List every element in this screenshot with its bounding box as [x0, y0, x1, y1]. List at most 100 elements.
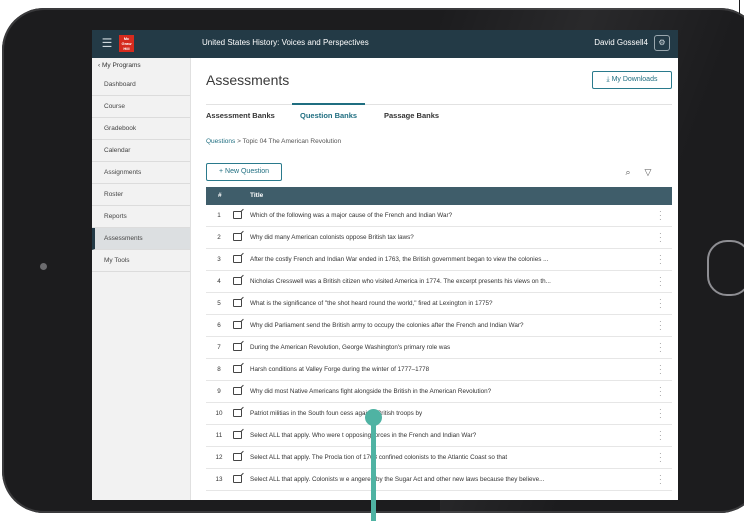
more-options-icon[interactable]: · · ·	[659, 230, 662, 246]
filter-icon[interactable]: ▽	[642, 166, 654, 178]
edit-icon[interactable]	[233, 343, 242, 351]
edit-icon[interactable]	[233, 211, 242, 219]
sidebar-nav: Dashboard Course Gradebook Calendar Assi…	[92, 74, 190, 272]
edit-icon[interactable]	[233, 431, 242, 439]
page-title: Assessments	[206, 72, 290, 88]
row-number: 7	[217, 344, 221, 351]
home-button[interactable]	[707, 240, 744, 296]
sidebar-item-reports[interactable]: Reports	[92, 206, 190, 228]
row-number: 10	[215, 410, 223, 417]
edit-icon[interactable]	[233, 387, 242, 395]
question-title[interactable]: Select ALL that apply. The Procla tion o…	[250, 454, 640, 461]
breadcrumb-current: Topic 04 The American Revolution	[242, 138, 342, 145]
tab-question-banks[interactable]: Question Banks	[291, 103, 366, 128]
more-options-icon[interactable]: · · ·	[659, 428, 662, 444]
question-title[interactable]: What is the significance of "the shot he…	[250, 300, 640, 307]
sidebar-item-dashboard[interactable]: Dashboard	[92, 74, 190, 96]
header-number: #	[218, 192, 222, 199]
more-options-icon[interactable]: · · ·	[659, 274, 662, 290]
question-title[interactable]: Which of the following was a major cause…	[250, 212, 640, 219]
more-options-icon[interactable]: · · ·	[659, 340, 662, 356]
question-title[interactable]: Why did many American colonists oppose B…	[250, 234, 640, 241]
app-title: United States History: Voices and Perspe…	[202, 38, 369, 47]
question-title[interactable]: Why did Parliament send the British army…	[250, 322, 640, 329]
question-title[interactable]: Select ALL that apply. Colonists w e ang…	[250, 476, 640, 483]
mcgraw-hill-logo[interactable]: Mc Graw Hill	[119, 35, 134, 52]
more-options-icon[interactable]: · · ·	[659, 362, 662, 378]
table-row[interactable]: 13 Select ALL that apply. Colonists w e a…	[206, 469, 672, 491]
row-number: 5	[217, 300, 221, 307]
back-label: My Programs	[101, 62, 141, 69]
more-options-icon[interactable]: · · ·	[659, 318, 662, 334]
hamburger-menu-icon[interactable]: ☰	[100, 36, 114, 50]
table-row[interactable]: 3 After the costly French and Indian War …	[206, 249, 672, 271]
edit-icon[interactable]	[233, 233, 242, 241]
more-options-icon[interactable]: · · ·	[659, 252, 662, 268]
table-row[interactable]: 6 Why did Parliament send the British arm…	[206, 315, 672, 337]
app-screen: ☰ Mc Graw Hill United States History: Voic…	[92, 30, 678, 500]
tab-passage-banks[interactable]: Passage Banks	[384, 104, 439, 128]
sidebar-item-course[interactable]: Course	[92, 96, 190, 118]
edit-icon[interactable]	[233, 255, 242, 263]
edit-icon[interactable]	[233, 409, 242, 417]
sidebar-item-my-tools[interactable]: My Tools	[92, 250, 190, 272]
edit-icon[interactable]	[233, 321, 242, 329]
sidebar-item-roster[interactable]: Roster	[92, 184, 190, 206]
table-row[interactable]: 8 Harsh conditions at Valley Forge during…	[206, 359, 672, 381]
row-number: 9	[217, 388, 221, 395]
question-title[interactable]: Nicholas Cresswell was a British citizen…	[250, 278, 640, 285]
table-body: 1 Which of the following was a major caus…	[206, 205, 672, 491]
edit-icon[interactable]	[233, 299, 242, 307]
more-options-icon[interactable]: · · ·	[659, 208, 662, 224]
new-question-button[interactable]: + New Question	[206, 163, 282, 181]
my-downloads-button[interactable]: ⤓ My Downloads	[592, 71, 672, 89]
more-options-icon[interactable]: · · ·	[659, 472, 662, 488]
question-title[interactable]: Harsh conditions at Valley Forge during …	[250, 366, 640, 373]
highlight-pointer-dot	[365, 409, 382, 426]
header-title[interactable]: Title	[250, 192, 263, 199]
table-row[interactable]: 7 During the American Revolution, George …	[206, 337, 672, 359]
edit-icon[interactable]	[233, 277, 242, 285]
question-title[interactable]: Why did most Native Americans fight alon…	[250, 388, 640, 395]
question-title[interactable]: Select ALL that apply. Who were t opposi…	[250, 432, 640, 439]
more-options-icon[interactable]: · · ·	[659, 406, 662, 422]
table-row[interactable]: 9 Why did most Native Americans fight alo…	[206, 381, 672, 403]
table-row[interactable]: 4 Nicholas Cresswell was a British citize…	[206, 271, 672, 293]
search-icon[interactable]: ⌕	[622, 166, 634, 178]
table-row[interactable]: 11 Select ALL that apply. Who were t oppo…	[206, 425, 672, 447]
table-row[interactable]: 10 Patriot militias in the South foun ces…	[206, 403, 672, 425]
table-row[interactable]: 5 What is the significance of "the shot h…	[206, 293, 672, 315]
download-icon: ⤓	[606, 76, 610, 83]
questions-table: # Title 1 Which of the following was a ma…	[206, 187, 672, 491]
row-number: 3	[217, 256, 221, 263]
row-number: 4	[217, 278, 221, 285]
user-settings-icon[interactable]: ⚙	[654, 35, 670, 51]
tab-assessment-banks[interactable]: Assessment Banks	[206, 104, 275, 128]
row-number: 12	[215, 454, 223, 461]
question-title[interactable]: Patriot militias in the South foun cess …	[250, 410, 640, 417]
table-row[interactable]: 1 Which of the following was a major caus…	[206, 205, 672, 227]
sidebar-item-gradebook[interactable]: Gradebook	[92, 118, 190, 140]
user-name[interactable]: David Gossell4	[594, 38, 648, 47]
question-title[interactable]: During the American Revolution, George W…	[250, 344, 640, 351]
more-options-icon[interactable]: · · ·	[659, 384, 662, 400]
more-options-icon[interactable]: · · ·	[659, 296, 662, 312]
table-row[interactable]: 2 Why did many American colonists oppose …	[206, 227, 672, 249]
sidebar-item-assessments[interactable]: Assessments	[92, 228, 190, 250]
row-number: 13	[215, 476, 223, 483]
table-header: # Title	[206, 187, 672, 205]
sidebar-item-calendar[interactable]: Calendar	[92, 140, 190, 162]
row-number: 11	[215, 432, 223, 439]
question-title[interactable]: After the costly French and Indian War e…	[250, 256, 640, 263]
main-content: Assessments ⤓ My Downloads Assessment Ba…	[190, 58, 678, 500]
back-to-programs-link[interactable]: ‹ My Programs	[98, 62, 141, 69]
breadcrumb-separator: >	[237, 138, 241, 145]
table-row[interactable]: 12 Select ALL that apply. The Procla tion…	[206, 447, 672, 469]
my-downloads-label: My Downloads	[611, 76, 658, 83]
breadcrumb-questions-link[interactable]: Questions	[206, 138, 235, 145]
sidebar-item-assignments[interactable]: Assignments	[92, 162, 190, 184]
edit-icon[interactable]	[233, 453, 242, 461]
edit-icon[interactable]	[233, 475, 242, 483]
edit-icon[interactable]	[233, 365, 242, 373]
more-options-icon[interactable]: · · ·	[659, 450, 662, 466]
